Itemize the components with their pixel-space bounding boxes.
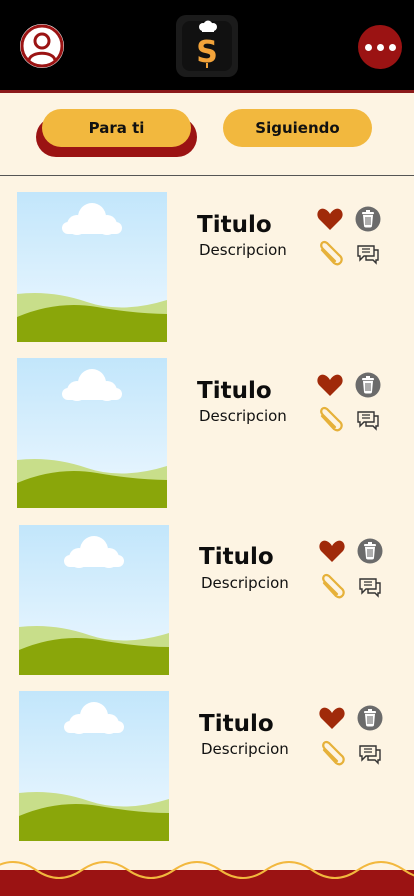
- post-card[interactable]: Titulo Descripcion: [0, 691, 414, 843]
- more-menu-button[interactable]: [358, 25, 402, 69]
- post-description: Descripcion: [199, 241, 287, 259]
- heart-icon[interactable]: [316, 371, 344, 399]
- post-card[interactable]: Titulo Descripcion: [0, 192, 414, 344]
- post-description: Descripcion: [199, 407, 287, 425]
- menu-dot: [376, 43, 384, 51]
- post-card[interactable]: Titulo Descripcion: [0, 525, 414, 677]
- paperclip-icon[interactable]: [316, 406, 344, 434]
- trash-icon[interactable]: [354, 205, 382, 233]
- menu-dot: [388, 43, 396, 51]
- feed-tabs: Para ti Siguiendo: [0, 93, 414, 176]
- comment-icon[interactable]: [356, 740, 384, 768]
- more-horizontal-icon: [364, 43, 372, 51]
- heart-icon[interactable]: [316, 205, 344, 233]
- paperclip-icon[interactable]: [316, 240, 344, 268]
- paperclip-icon[interactable]: [318, 573, 346, 601]
- tab-siguiendo[interactable]: Siguiendo: [223, 109, 372, 147]
- chef-s-logo-icon: S: [182, 20, 232, 71]
- paperclip-icon[interactable]: [318, 740, 346, 768]
- comment-icon[interactable]: [354, 406, 382, 434]
- post-title: Titulo: [199, 544, 274, 570]
- post-description: Descripcion: [201, 740, 289, 758]
- comment-icon[interactable]: [354, 240, 382, 268]
- trash-icon[interactable]: [356, 704, 384, 732]
- post-description: Descripcion: [201, 574, 289, 592]
- heart-icon[interactable]: [318, 537, 346, 565]
- app-logo[interactable]: S: [176, 15, 238, 77]
- image-placeholder-icon: [19, 691, 169, 841]
- tab-para-ti[interactable]: Para ti: [42, 109, 191, 147]
- image-placeholder-icon: [19, 525, 169, 675]
- post-title: Titulo: [199, 711, 274, 737]
- image-placeholder-icon: [17, 358, 167, 508]
- heart-icon[interactable]: [318, 704, 346, 732]
- image-placeholder-icon: [17, 192, 167, 342]
- post-card[interactable]: Titulo Descripcion: [0, 358, 414, 510]
- post-title: Titulo: [197, 212, 272, 238]
- top-bar: S: [0, 0, 414, 93]
- post-title: Titulo: [197, 378, 272, 404]
- profile-button[interactable]: [20, 24, 64, 68]
- trash-icon[interactable]: [354, 371, 382, 399]
- trash-icon[interactable]: [356, 537, 384, 565]
- user-circle-icon: [20, 24, 64, 68]
- footer-wave: [0, 861, 414, 896]
- comment-icon[interactable]: [356, 573, 384, 601]
